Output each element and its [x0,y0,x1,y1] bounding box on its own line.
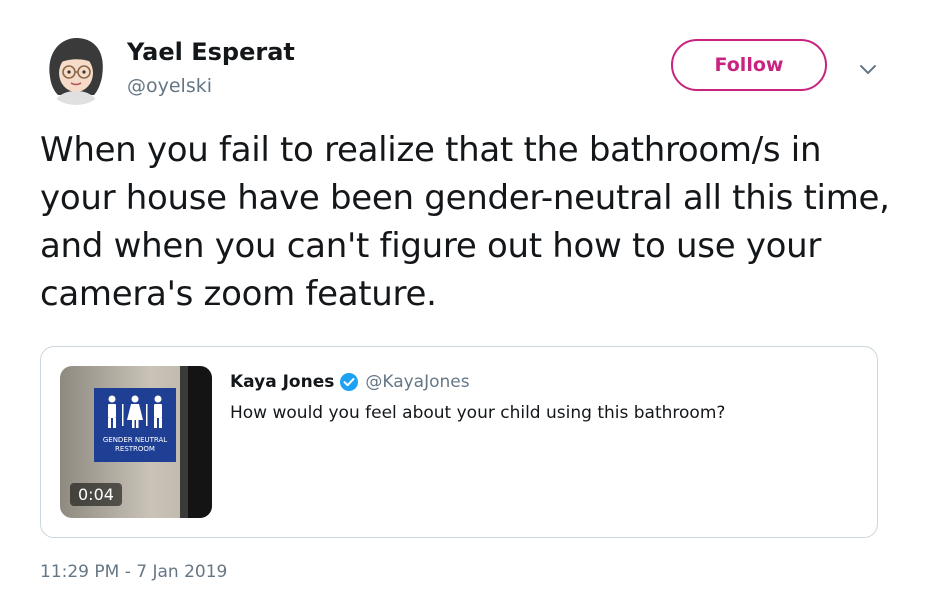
sign-text-line2: RESTROOM [115,445,155,453]
quoted-handle[interactable]: @KayaJones [365,372,469,392]
tweet-text: When you fail to realize that the bathro… [40,130,890,314]
sign-text-line1: GENDER NEUTRAL [103,436,167,444]
chevron-down-icon[interactable] [857,58,879,80]
author-display-name[interactable]: Yael Esperat [127,38,295,66]
follow-button[interactable]: Follow [671,39,827,91]
quoted-author[interactable]: Kaya Jones @KayaJones [230,372,470,392]
verified-badge-icon [340,373,359,391]
cartoon-avatar-icon [40,33,112,105]
video-duration-badge: 0:04 [70,483,122,506]
tweet-timestamp[interactable]: 11:29 PM - 7 Jan 2019 [40,562,227,582]
author-avatar[interactable] [40,33,112,105]
quoted-display-name[interactable]: Kaya Jones [230,372,334,392]
quoted-tweet-card[interactable]: GENDER NEUTRAL RESTROOM 0:04 Kaya Jones … [40,346,878,538]
author-handle[interactable]: @oyelski [127,75,212,97]
quoted-tweet-text: How would you feel about your child usin… [230,403,726,423]
quoted-video-thumbnail[interactable]: GENDER NEUTRAL RESTROOM 0:04 [60,366,212,518]
